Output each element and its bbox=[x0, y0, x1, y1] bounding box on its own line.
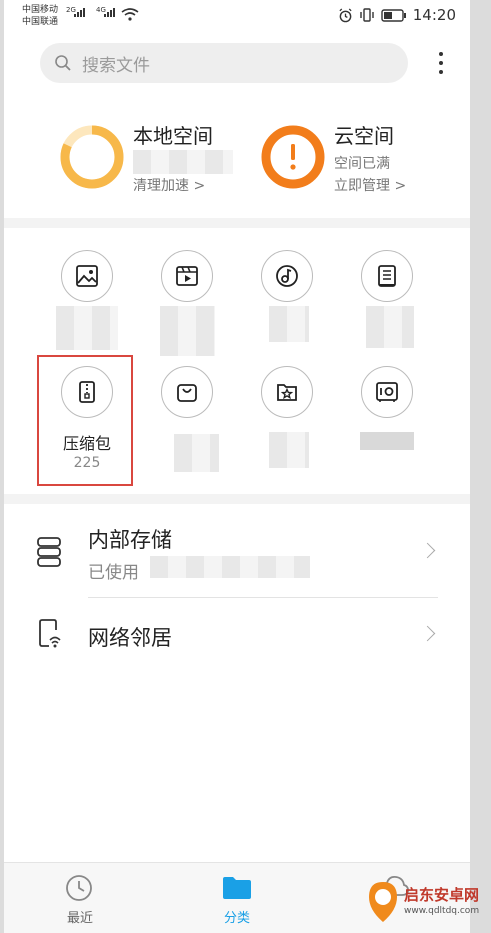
status-bar: 中国移动 中国联通 2G 4G 14:20 bbox=[4, 0, 470, 34]
vibrate-icon bbox=[360, 8, 374, 22]
cloud-space-title[interactable]: 云空间 bbox=[334, 120, 394, 149]
watermark-text: 启东安卓网 bbox=[404, 886, 480, 904]
signal-icon bbox=[74, 8, 85, 17]
folder-icon bbox=[223, 877, 251, 899]
search-input[interactable]: 搜索文件 bbox=[82, 51, 150, 76]
search-icon bbox=[55, 55, 71, 71]
image-icon bbox=[76, 265, 98, 287]
internal-usage-blurred bbox=[150, 556, 310, 578]
shopping-bag-icon bbox=[177, 384, 197, 402]
safe-box-icon bbox=[376, 382, 398, 402]
cloud-space-status: 空间已满 bbox=[334, 156, 390, 172]
tab-categories-label: 分类 bbox=[224, 911, 251, 926]
network-device-icon bbox=[39, 619, 61, 648]
wifi-icon bbox=[121, 8, 139, 21]
signal-icon-2 bbox=[104, 8, 115, 17]
internal-storage-row[interactable] bbox=[4, 510, 470, 596]
status-right: 14:20 bbox=[338, 6, 456, 24]
clock-icon bbox=[66, 875, 92, 901]
favorite-star-icon bbox=[277, 384, 297, 401]
screen: 中国移动 中国联通 2G 4G 14:20 搜索文件 本地空间 清理加速 > 云… bbox=[4, 0, 479, 933]
alarm-icon bbox=[339, 7, 352, 22]
blurred-label bbox=[56, 306, 118, 350]
blurred-label bbox=[174, 434, 219, 472]
network-neighborhood-title: 网络邻居 bbox=[88, 626, 172, 650]
category-videos[interactable] bbox=[161, 250, 213, 302]
category-images[interactable] bbox=[61, 250, 113, 302]
category-music[interactable] bbox=[261, 250, 313, 302]
internal-storage-used: 已使用 bbox=[88, 563, 139, 583]
blurred-label bbox=[269, 306, 309, 342]
local-space-title[interactable]: 本地空间 bbox=[133, 120, 213, 149]
carrier-1: 中国移动 bbox=[22, 5, 59, 15]
category-safe[interactable] bbox=[361, 366, 413, 418]
watermark-badge-icon bbox=[369, 882, 397, 922]
battery-icon bbox=[381, 8, 406, 22]
clean-speedup-link[interactable]: 清理加速 > bbox=[133, 175, 205, 195]
document-icon bbox=[378, 265, 396, 287]
tab-recent-label: 最近 bbox=[67, 911, 94, 926]
cloud-storage-ring[interactable] bbox=[260, 124, 326, 190]
blurred-label bbox=[269, 432, 309, 468]
blurred-label bbox=[160, 306, 215, 356]
blurred-label bbox=[360, 432, 414, 450]
local-storage-ring[interactable] bbox=[59, 124, 125, 190]
internal-storage-title: 内部存储 bbox=[88, 528, 172, 552]
category-documents[interactable] bbox=[361, 250, 413, 302]
carrier-info: 中国移动 中国联通 bbox=[22, 4, 58, 28]
local-usage-blurred bbox=[133, 150, 233, 174]
network-neighborhood-row[interactable] bbox=[4, 600, 470, 666]
server-storage-icon bbox=[37, 537, 61, 567]
tab-recent[interactable]: 最近 bbox=[44, 869, 114, 929]
more-options-icon[interactable] bbox=[438, 52, 444, 76]
search-bar[interactable]: 搜索文件 bbox=[40, 43, 408, 83]
manage-now-link[interactable]: 立即管理 > bbox=[334, 175, 406, 195]
video-icon bbox=[176, 266, 198, 286]
highlight-box bbox=[37, 355, 133, 486]
watermark-url: www.qdltdq.com bbox=[404, 906, 480, 916]
category-favorites[interactable] bbox=[261, 366, 313, 418]
tab-categories[interactable]: 分类 bbox=[202, 869, 272, 929]
carrier-2: 中国联通 bbox=[22, 17, 59, 27]
music-icon bbox=[276, 265, 298, 287]
blurred-label bbox=[366, 306, 414, 348]
divider bbox=[88, 597, 438, 598]
category-installers[interactable] bbox=[161, 366, 213, 418]
header-card: 搜索文件 本地空间 清理加速 > 云空间 空间已满 立即管理 > bbox=[4, 34, 470, 218]
watermark-logo: 启东安卓网 www.qdltdq.com bbox=[364, 876, 491, 930]
clock: 14:20 bbox=[412, 6, 456, 24]
